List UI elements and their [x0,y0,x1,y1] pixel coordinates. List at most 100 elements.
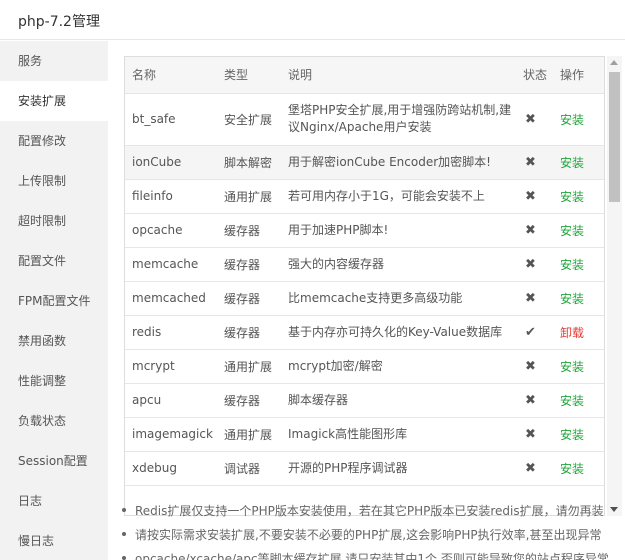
install-link[interactable]: 安装 [560,190,584,204]
extension-description: 脚本缓存器 [281,383,516,418]
installed-check-icon: ✔ [516,315,553,350]
table-row: apcu 缓存器 脚本缓存器 ✖ 安装 [125,383,604,418]
table-row: mcrypt 通用扩展 mcrypt加密/解密 ✖ 安装 [125,349,604,384]
not-installed-x-icon: ✖ [516,451,553,486]
note-text: 请按实际需求安装扩展,不要安装不必要的PHP扩展,这会影响PHP执行效率,甚至出… [135,528,602,542]
extension-name: ionCube [125,145,217,180]
install-link[interactable]: 安装 [560,428,584,442]
extension-name: mcrypt [125,349,217,384]
sidebar-item[interactable]: 上传限制 [0,161,108,201]
install-link[interactable]: 安装 [560,394,584,408]
not-installed-x-icon: ✖ [516,93,553,146]
extension-operation: 安装 [553,179,604,214]
extension-description: mcrypt加密/解密 [281,349,516,384]
bullet-icon [122,531,126,536]
sidebar-item[interactable]: 配置文件 [0,241,108,281]
scrollbar-thumb[interactable] [609,72,620,202]
not-installed-x-icon: ✖ [516,145,553,180]
install-link[interactable]: 安装 [560,258,584,272]
extension-type: 缓存器 [217,383,281,418]
table-row: memcache 缓存器 强大的内容缓存器 ✖ 安装 [125,247,604,282]
note-item: 请按实际需求安装扩展,不要安装不必要的PHP扩展,这会影响PHP执行效率,甚至出… [122,523,622,547]
table-row: xdebug 调试器 开源的PHP程序调试器 ✖ 安装 [125,451,604,486]
extensions-table: 名称 类型 说明 状态 操作 bt_safe 安全扩展 堡塔PHP安全扩展,用于增强… [125,57,604,486]
install-link[interactable]: 安装 [560,224,584,238]
note-text: opcache/xcache/apc等脚本缓存扩展,请只安装其中1个,否则可能导… [135,552,609,560]
sidebar-item[interactable]: 配置修改 [0,121,108,161]
install-link[interactable]: 安装 [560,360,584,374]
sidebar-item[interactable]: Session配置 [0,441,108,481]
extension-type: 脚本解密 [217,145,281,180]
extension-name: memcached [125,281,217,316]
extension-name: xdebug [125,451,217,486]
not-installed-x-icon: ✖ [516,417,553,452]
php-manager-window: php-7.2管理 服务 安装扩展 配置修改 上传限制 超时限制 配置文件 FPM配置文件禁… [0,0,625,560]
sidebar-item[interactable]: 安装扩展 [0,81,108,121]
extension-name: imagemagick [125,417,217,452]
extension-operation: 安装 [553,349,604,384]
extension-type: 缓存器 [217,281,281,316]
sidebar-item[interactable]: 禁用函数 [0,321,108,361]
title-bar: php-7.2管理 [0,0,625,40]
sidebar-item[interactable]: FPM配置文件 [0,281,108,321]
install-link[interactable]: 安装 [560,292,584,306]
extensions-panel: 名称 类型 说明 状态 操作 bt_safe 安全扩展 堡塔PHP安全扩展,用于增强… [108,41,625,560]
not-installed-x-icon: ✖ [516,349,553,384]
uninstall-link[interactable]: 卸载 [560,326,584,340]
sidebar-item[interactable]: 性能调整 [0,361,108,401]
notes-list: Redis扩展仅支持一个PHP版本安装使用，若在其它PHP版本已安装redis扩… [122,499,622,560]
install-link[interactable]: 安装 [560,113,584,127]
extension-type: 调试器 [217,451,281,486]
table-row: memcached 缓存器 比memcache支持更多高级功能 ✖ 安装 [125,281,604,316]
extension-description: 若可用内存小于1G，可能会安装不上 [281,179,516,214]
extension-operation: 安装 [553,145,604,180]
sidebar: 服务 安装扩展 配置修改 上传限制 超时限制 配置文件 FPM配置文件 禁用函数 性能调整 负载状… [0,41,108,560]
not-installed-x-icon: ✖ [516,281,553,316]
extension-type: 通用扩展 [217,417,281,452]
sidebar-item[interactable]: 服务 [0,41,108,81]
extension-operation: 安装 [553,247,604,282]
sidebar-item[interactable]: 超时限制 [0,201,108,241]
extension-name: memcache [125,247,217,282]
scroll-up-arrow-icon[interactable] [610,60,618,65]
not-installed-x-icon: ✖ [516,179,553,214]
extension-type: 通用扩展 [217,179,281,214]
table-row: opcache 缓存器 用于加速PHP脚本! ✖ 安装 [125,213,604,248]
extension-operation: 安装 [553,417,604,452]
extension-name: redis [125,315,217,350]
extension-operation: 安装 [553,451,604,486]
column-header-operation: 操作 [553,57,604,94]
note-text: Redis扩展仅支持一个PHP版本安装使用，若在其它PHP版本已安装redis扩… [135,504,604,518]
extension-description: 强大的内容缓存器 [281,247,516,282]
table-row: ionCube 脚本解密 用于解密ionCube Encoder加密脚本! ✖ 安装 [125,145,604,180]
extension-description: 用于加速PHP脚本! [281,213,516,248]
extension-type: 缓存器 [217,213,281,248]
bullet-icon [122,555,126,560]
table-scrollbar[interactable] [607,56,622,516]
sidebar-item[interactable]: 负载状态 [0,401,108,441]
table-header-row: 名称 类型 说明 状态 操作 [125,57,604,94]
extension-type: 安全扩展 [217,93,281,146]
install-link[interactable]: 安装 [560,462,584,476]
extensions-table-container: 名称 类型 说明 状态 操作 bt_safe 安全扩展 堡塔PHP安全扩展,用于增强… [124,56,605,516]
column-header-status: 状态 [516,57,553,94]
extensions-table-body: bt_safe 安全扩展 堡塔PHP安全扩展,用于增强防跨站机制,建议Nginx/A… [125,93,604,486]
extension-operation: 卸载 [553,315,604,350]
extension-operation: 安装 [553,213,604,248]
extension-description: 基于内存亦可持久化的Key-Value数据库 [281,315,516,350]
extension-type: 通用扩展 [217,349,281,384]
sidebar-item[interactable]: 慢日志 [0,521,108,560]
not-installed-x-icon: ✖ [516,213,553,248]
extension-type: 缓存器 [217,247,281,282]
extension-operation: 安装 [553,93,604,146]
extension-name: bt_safe [125,93,217,146]
install-link[interactable]: 安装 [560,156,584,170]
extension-name: opcache [125,213,217,248]
not-installed-x-icon: ✖ [516,247,553,282]
extension-description: 比memcache支持更多高级功能 [281,281,516,316]
column-header-name: 名称 [125,57,217,94]
extension-description: 开源的PHP程序调试器 [281,451,516,486]
extension-description: 用于解密ionCube Encoder加密脚本! [281,145,516,180]
sidebar-item[interactable]: 日志 [0,481,108,521]
extension-description: 堡塔PHP安全扩展,用于增强防跨站机制,建议Nginx/Apache用户安装 [281,93,516,146]
